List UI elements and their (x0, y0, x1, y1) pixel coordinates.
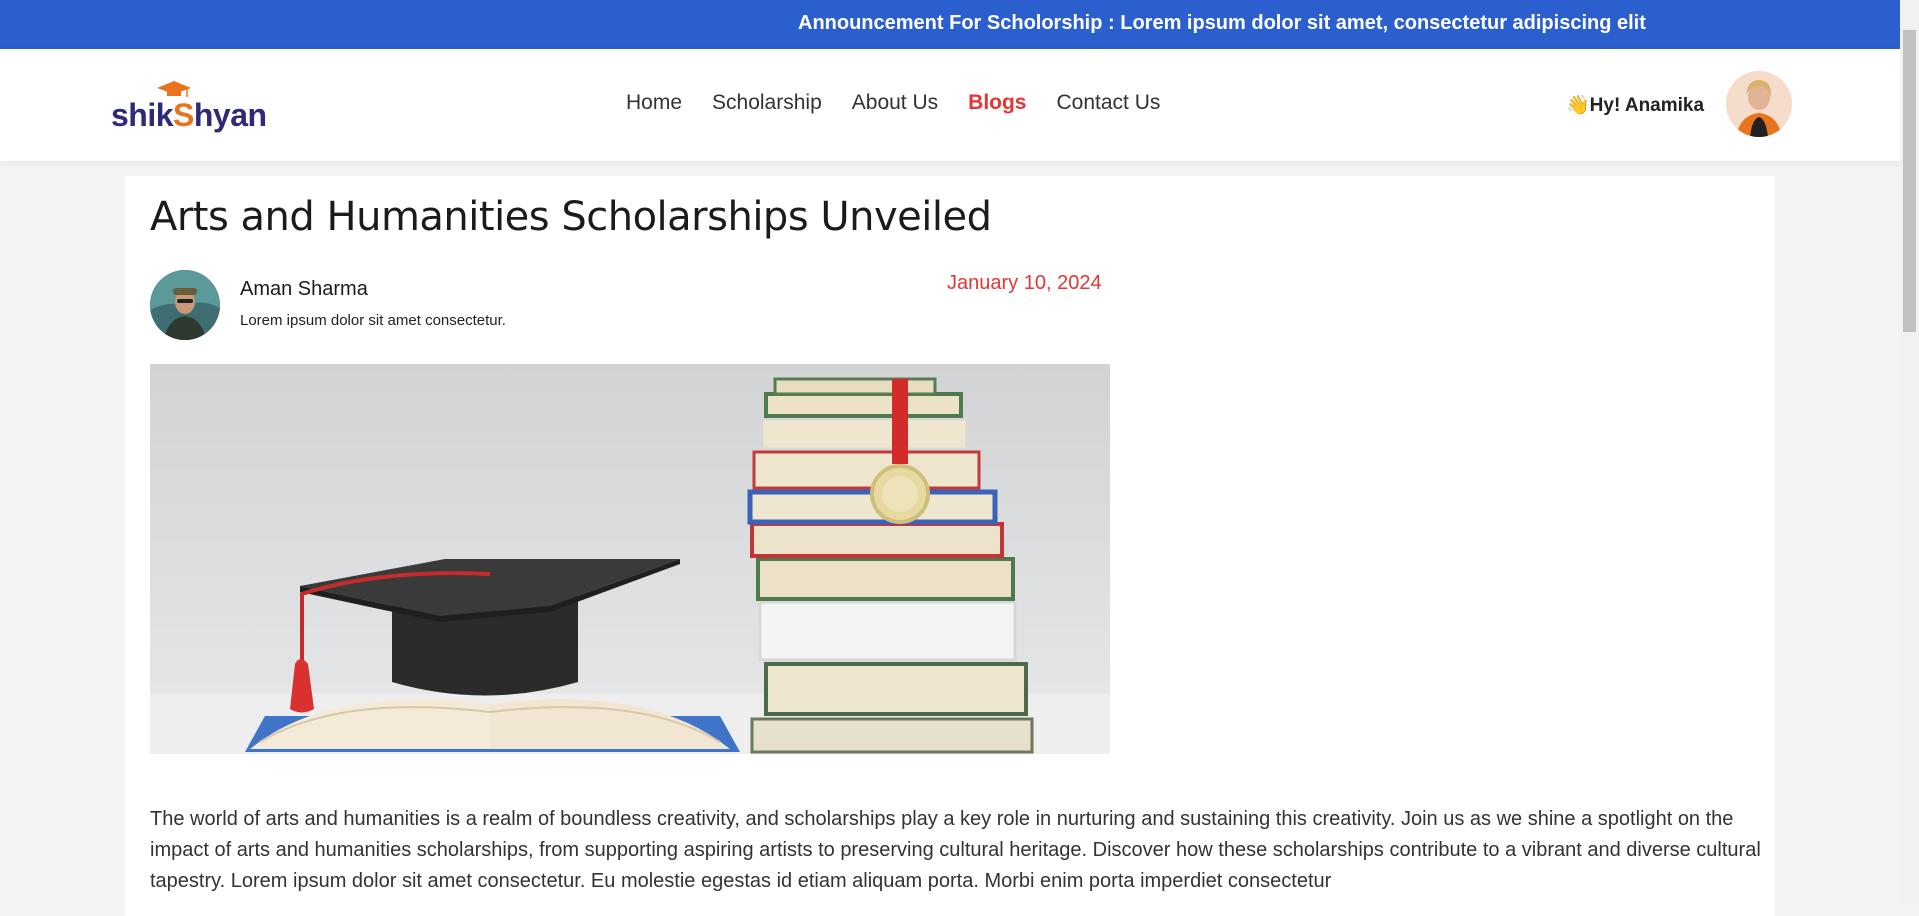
nav-blogs[interactable]: Blogs (968, 91, 1026, 115)
nav-about-us[interactable]: About Us (852, 91, 938, 115)
author-subtitle: Lorem ipsum dolor sit amet consectetur. (240, 312, 506, 329)
nav-home[interactable]: Home (626, 91, 682, 115)
announcement-label: Announcement For Scholorship : (798, 12, 1121, 34)
article-title: Arts and Humanities Scholarships Unveile… (150, 194, 992, 240)
logo-wordmark: shikShyan (111, 97, 267, 133)
announcement-bar: Announcement For Scholorship : Lorem ips… (0, 0, 1900, 49)
graduation-books-illustration (150, 364, 1110, 754)
user-greeting: 👋Hy! Anamika (1566, 95, 1705, 116)
author-avatar-image (150, 270, 220, 340)
author-avatar[interactable] (150, 270, 220, 340)
article-card: Arts and Humanities Scholarships Unveile… (125, 176, 1775, 916)
announcement-message: Lorem ipsum dolor sit amet, consectetur … (1120, 12, 1646, 34)
main-nav: Home Scholarship About Us Blogs Contact … (626, 91, 1190, 115)
nav-scholarship[interactable]: Scholarship (712, 91, 822, 115)
nav-contact-us[interactable]: Contact Us (1057, 91, 1161, 115)
page-scrollbar[interactable] (1900, 0, 1919, 906)
user-avatar-image (1726, 71, 1792, 137)
site-header: shikShyan Home Scholarship About Us Blog… (0, 49, 1900, 161)
article-body: The world of arts and humanities is a re… (150, 808, 1761, 892)
article-hero-image (150, 364, 1110, 754)
scrollbar-thumb[interactable] (1903, 30, 1916, 332)
author-name[interactable]: Aman Sharma (240, 278, 368, 301)
site-logo[interactable]: shikShyan (111, 79, 267, 133)
announcement-text: Announcement For Scholorship : Lorem ips… (798, 12, 1646, 35)
article-date: January 10, 2024 (947, 272, 1102, 294)
user-avatar[interactable] (1726, 71, 1792, 137)
